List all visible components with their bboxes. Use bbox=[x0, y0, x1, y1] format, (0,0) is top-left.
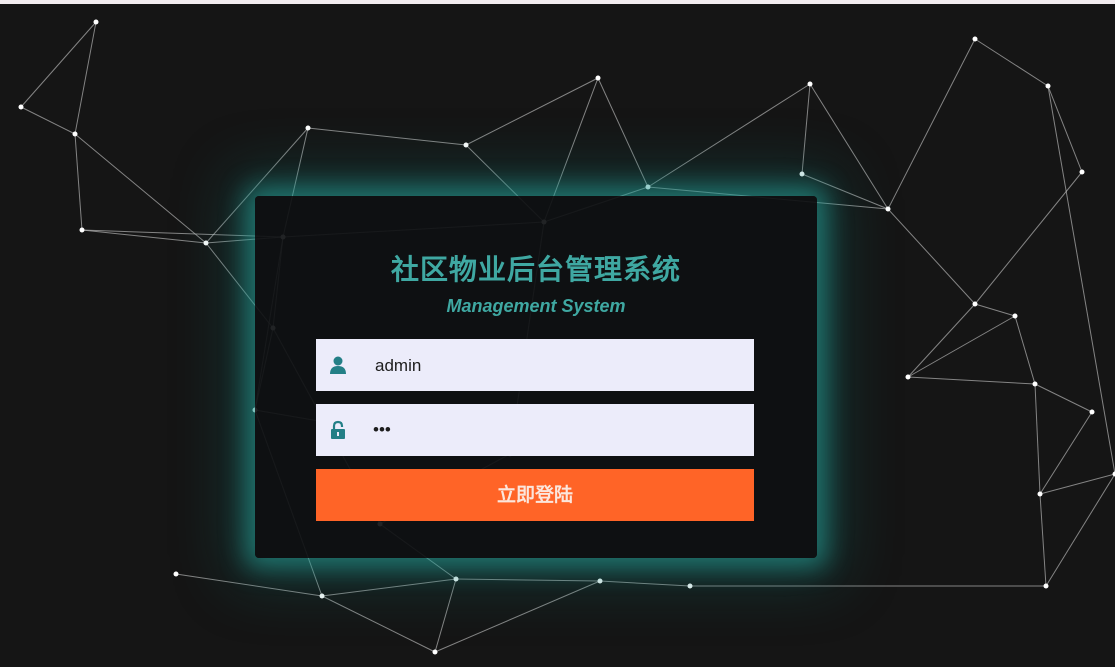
user-icon bbox=[328, 355, 348, 375]
network-edge bbox=[647, 83, 811, 188]
network-node bbox=[1045, 83, 1051, 89]
network-edge bbox=[321, 578, 457, 597]
network-node bbox=[905, 374, 911, 380]
network-edge bbox=[20, 21, 97, 108]
network-edge bbox=[801, 83, 811, 175]
password-input[interactable]: ••• bbox=[373, 404, 743, 456]
network-node bbox=[453, 576, 459, 582]
network-node bbox=[173, 571, 179, 577]
network-edge bbox=[974, 38, 1049, 87]
network-node bbox=[799, 171, 805, 177]
lock-icon bbox=[328, 420, 348, 440]
username-field[interactable] bbox=[316, 339, 754, 393]
network-edge bbox=[599, 580, 691, 587]
network-node bbox=[93, 19, 99, 25]
network-edge bbox=[1034, 383, 1041, 495]
network-edge bbox=[809, 83, 889, 210]
network-edge bbox=[887, 208, 976, 305]
network-edge bbox=[175, 573, 323, 597]
network-edge bbox=[907, 315, 1016, 378]
network-edge bbox=[74, 133, 207, 244]
network-node bbox=[203, 240, 209, 246]
login-panel: 社区物业后台管理系统 Management System ••• 立即登陆 bbox=[255, 196, 817, 558]
network-node bbox=[1032, 381, 1038, 387]
network-node bbox=[1089, 409, 1095, 415]
username-input[interactable] bbox=[373, 339, 747, 393]
network-edge bbox=[1047, 85, 1083, 173]
network-node bbox=[972, 36, 978, 42]
network-edge bbox=[1045, 473, 1115, 587]
network-edge bbox=[887, 38, 976, 210]
network-node bbox=[72, 131, 78, 137]
network-node bbox=[305, 125, 311, 131]
network-edge bbox=[321, 595, 436, 653]
login-button[interactable]: 立即登陆 bbox=[316, 469, 754, 521]
network-node bbox=[319, 593, 325, 599]
network-edge bbox=[20, 106, 76, 135]
network-node bbox=[807, 81, 813, 87]
network-node bbox=[595, 75, 601, 81]
network-node bbox=[687, 583, 693, 589]
network-edge bbox=[1034, 383, 1093, 413]
network-node bbox=[645, 184, 651, 190]
network-node bbox=[972, 301, 978, 307]
network-edge bbox=[974, 303, 1016, 317]
network-node bbox=[1043, 583, 1049, 589]
network-edge bbox=[465, 77, 599, 146]
page-title: 社区物业后台管理系统 bbox=[390, 253, 681, 286]
network-node bbox=[79, 227, 85, 233]
network-edge bbox=[434, 580, 601, 653]
network-edge bbox=[907, 303, 976, 378]
network-node bbox=[18, 104, 24, 110]
network-node bbox=[597, 578, 603, 584]
network-edge bbox=[1039, 493, 1047, 587]
network-node bbox=[1012, 313, 1018, 319]
network-edge bbox=[455, 578, 601, 582]
network-edge bbox=[597, 77, 649, 188]
password-field[interactable]: ••• bbox=[316, 404, 754, 456]
network-edge bbox=[74, 21, 97, 135]
network-edge bbox=[1047, 85, 1115, 475]
page-subtitle: Management System bbox=[446, 296, 626, 316]
network-node bbox=[1079, 169, 1085, 175]
network-node bbox=[463, 142, 469, 148]
network-node bbox=[885, 206, 891, 212]
network-edge bbox=[74, 133, 83, 231]
network-node bbox=[1037, 491, 1043, 497]
network-node bbox=[432, 649, 438, 655]
network-edge bbox=[307, 127, 467, 146]
network-edge bbox=[434, 578, 457, 653]
network-edge bbox=[1014, 315, 1036, 385]
network-edge bbox=[907, 376, 1036, 385]
